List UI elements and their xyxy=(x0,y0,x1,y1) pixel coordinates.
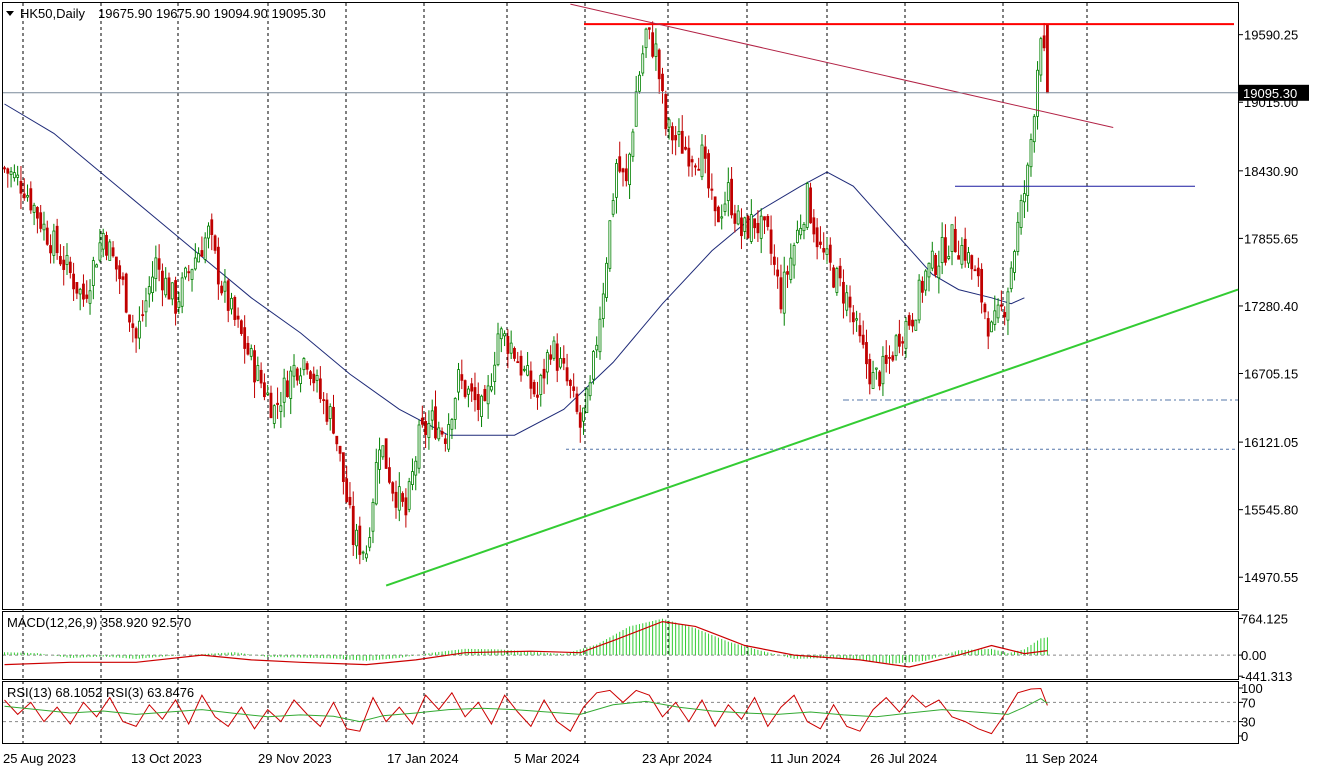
y-tick-label: 17855.65 xyxy=(1244,231,1298,246)
macd-tick-label: 764.125 xyxy=(1241,612,1288,627)
macd-tick-label: 0.00 xyxy=(1241,648,1266,663)
macd-label: MACD(12,26,9) 358.920 92.570 xyxy=(7,615,191,630)
y-tick-label: 18430.90 xyxy=(1244,164,1298,179)
trading-chart[interactable]: HK50,Daily 19675.90 19675.90 19094.90 19… xyxy=(0,0,1317,771)
candle xyxy=(108,239,112,261)
candle xyxy=(990,320,993,333)
candle xyxy=(832,264,835,289)
candle xyxy=(664,90,668,136)
x-tick-label: 13 Oct 2023 xyxy=(131,751,202,766)
rsi-tick-label: 100 xyxy=(1241,681,1263,696)
y-tick-label: 16705.15 xyxy=(1244,367,1298,382)
candle xyxy=(934,252,937,278)
y-tick-label: 19590.25 xyxy=(1244,28,1298,43)
candle xyxy=(407,477,411,513)
y-tick-label: 15545.80 xyxy=(1244,503,1298,518)
rsi-tick-label: 70 xyxy=(1241,695,1255,710)
candle xyxy=(805,181,809,230)
x-tick-label: 5 Mar 2024 xyxy=(514,751,580,766)
y-tick-label: 14970.55 xyxy=(1244,570,1298,585)
header-ohlc: 19675.90 19675.90 19094.90 19095.30 xyxy=(98,6,326,21)
candle xyxy=(746,214,750,239)
candle xyxy=(384,438,388,469)
rsi-tick-label: 0 xyxy=(1241,729,1248,744)
x-tick-label: 23 Apr 2024 xyxy=(642,751,712,766)
candle xyxy=(605,257,608,302)
x-tick-label: 17 Jan 2024 xyxy=(387,751,459,766)
chart-header: HK50,Daily 19675.90 19675.90 19094.90 19… xyxy=(6,6,326,21)
candle xyxy=(809,182,812,224)
candle xyxy=(835,266,839,296)
candle xyxy=(124,272,128,314)
candle xyxy=(914,319,918,331)
rsi-tick-label: 30 xyxy=(1241,715,1255,730)
y-tick-label: 17280.40 xyxy=(1244,299,1298,314)
x-tick-label: 11 Jun 2024 xyxy=(770,751,841,766)
candle xyxy=(463,379,467,399)
x-tick-label: 29 Nov 2023 xyxy=(258,751,332,766)
date-x-axis: 25 Aug 2023 13 Oct 2023 29 Nov 2023 17 Jan … xyxy=(3,751,1098,766)
candle xyxy=(717,205,720,223)
y-tick-label: 19015.00 xyxy=(1244,95,1298,110)
candle xyxy=(417,419,421,474)
x-tick-label: 11 Sep 2024 xyxy=(1025,751,1098,766)
x-tick-label: 25 Aug 2023 xyxy=(3,751,76,766)
candle xyxy=(585,386,589,414)
rsi-label: RSI(13) 68.1052 RSI(3) 63.8476 xyxy=(7,685,194,700)
x-tick-label: 26 Jul 2024 xyxy=(870,751,937,766)
candle xyxy=(1046,24,1049,94)
candle xyxy=(592,349,595,385)
candle xyxy=(917,274,921,324)
candle xyxy=(608,220,612,272)
candle xyxy=(239,319,243,336)
header-symbol: HK50,Daily xyxy=(20,6,86,21)
y-tick-label: 16121.05 xyxy=(1244,435,1298,450)
candle xyxy=(1039,36,1043,82)
